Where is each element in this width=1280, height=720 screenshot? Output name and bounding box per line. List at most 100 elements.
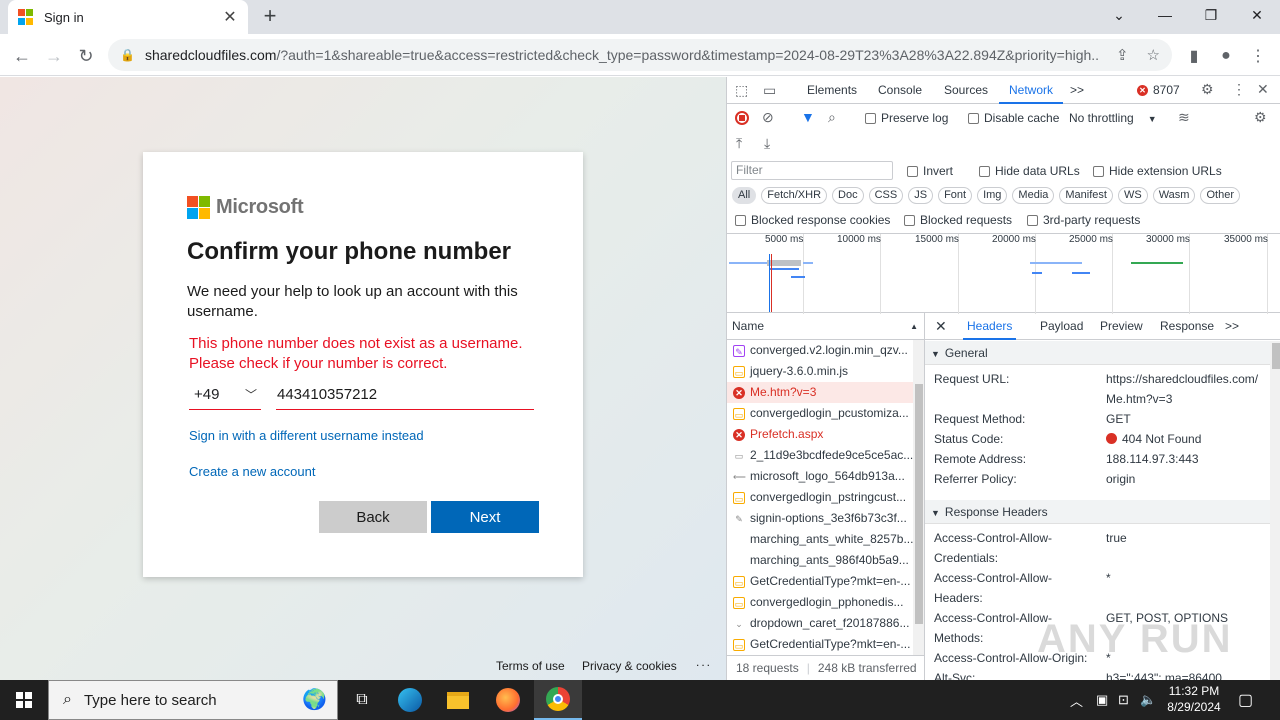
more-options-icon[interactable]: ... <box>696 655 712 669</box>
import-har-icon[interactable]: ⤒ <box>736 135 742 152</box>
error-count-badge[interactable]: ✕ 8707 <box>1137 83 1180 97</box>
list-item[interactable]: ▭ convergedlogin_pphonedis... <box>727 592 924 613</box>
bookmark-star-icon[interactable]: ☆ <box>1147 46 1160 64</box>
hide-data-urls-checkbox[interactable]: Hide data URLs <box>979 164 1080 178</box>
file-explorer-icon[interactable] <box>434 680 482 720</box>
close-devtools-icon[interactable]: ✕ <box>1257 81 1269 98</box>
terms-link[interactable]: Terms of use <box>496 659 565 673</box>
different-username-link[interactable]: Sign in with a different username instea… <box>189 428 424 443</box>
list-item[interactable]: ⌄ dropdown_caret_f20187886... <box>727 613 924 634</box>
blocked-cookies-checkbox[interactable]: Blocked response cookies <box>735 213 890 227</box>
devtools-menu-icon[interactable]: ⋮ <box>1232 81 1246 98</box>
tab-sources[interactable]: Sources <box>944 77 988 104</box>
export-har-icon[interactable]: ⤓ <box>764 135 770 152</box>
notifications-icon[interactable]: ▢ <box>1238 680 1253 720</box>
inspect-element-icon[interactable]: ⬚ <box>735 82 748 99</box>
chrome-icon[interactable] <box>534 680 582 720</box>
tab-elements[interactable]: Elements <box>807 77 857 104</box>
clear-icon[interactable]: ⊘ <box>762 109 774 126</box>
tab-network[interactable]: Network <box>999 77 1064 104</box>
tab-headers[interactable]: Headers <box>963 313 1017 340</box>
general-section-header[interactable]: ▼ General <box>925 341 1270 365</box>
firefox-icon[interactable] <box>484 680 532 720</box>
network-conditions-icon[interactable]: ≋ <box>1178 109 1190 126</box>
chip-ws[interactable]: WS <box>1117 187 1148 204</box>
list-item[interactable]: ✕ Prefetch.aspx <box>727 424 924 445</box>
list-item[interactable]: ▭ convergedlogin_pcustomiza... <box>727 403 924 424</box>
chip-other[interactable]: Other <box>1200 187 1240 204</box>
share-icon[interactable]: ⇪ <box>1116 46 1129 64</box>
chip-all[interactable]: All <box>732 187 757 204</box>
start-button[interactable] <box>0 680 48 720</box>
show-hidden-icons[interactable]: ︿ <box>1070 680 1083 720</box>
tab-console[interactable]: Console <box>878 77 922 104</box>
phone-input[interactable] <box>276 380 534 410</box>
list-item[interactable]: ▭ 2_11d9e3bcdfede9ce5ce5ac... <box>727 445 924 466</box>
taskbar-search[interactable]: ⌕ Type here to search 🌍 <box>48 680 338 720</box>
request-list-scrollbar[interactable] <box>913 340 924 655</box>
device-toolbar-icon[interactable]: ▭ <box>763 82 776 99</box>
tab-response[interactable]: Response <box>1160 313 1214 340</box>
record-stop-icon[interactable] <box>735 111 749 125</box>
preserve-log-checkbox[interactable]: Preserve log <box>865 111 948 125</box>
list-item[interactable]: ▭ GetCredentialType?mkt=en-... <box>727 571 924 592</box>
chip-manifest[interactable]: Manifest <box>1059 187 1113 204</box>
tab-preview[interactable]: Preview <box>1100 313 1143 340</box>
lock-icon[interactable]: 🔒 <box>120 48 135 62</box>
more-tabs-icon[interactable]: >> <box>1070 77 1084 104</box>
back-icon[interactable]: ← <box>8 42 36 70</box>
hide-extension-urls-checkbox[interactable]: Hide extension URLs <box>1093 164 1222 178</box>
settings-gear-icon[interactable]: ⚙ <box>1201 81 1214 98</box>
minimize-icon[interactable]: — <box>1142 0 1188 30</box>
list-item[interactable]: ✕ Me.htm?v=3 <box>727 382 924 403</box>
list-item[interactable]: ▭ convergedlogin_pstringcust... <box>727 487 924 508</box>
chip-js[interactable]: JS <box>908 187 934 204</box>
tab-search-icon[interactable]: ⌄ <box>1096 0 1142 30</box>
close-tab-icon[interactable]: ✕ <box>222 7 238 27</box>
chip-media[interactable]: Media <box>1012 187 1055 204</box>
network-overview-timeline[interactable]: 5000 ms 10000 ms 15000 ms 20000 ms 25000… <box>727 233 1280 314</box>
list-item[interactable]: marching_ants_986f40b5a9... <box>727 550 924 571</box>
create-account-link[interactable]: Create a new account <box>189 464 315 479</box>
chip-img[interactable]: Img <box>977 187 1008 204</box>
list-item[interactable]: ▭ jquery-3.6.0.min.js <box>727 361 924 382</box>
disable-cache-checkbox[interactable]: Disable cache <box>968 111 1059 125</box>
list-item[interactable]: marching_ants_white_8257b... <box>727 529 924 550</box>
back-button[interactable]: Back <box>319 501 427 533</box>
chip-fetch-xhr[interactable]: Fetch/XHR <box>761 187 828 204</box>
details-scrollbar[interactable] <box>1270 341 1280 680</box>
list-item[interactable]: ✎ converged.v2.login.min_qzv... <box>727 340 924 361</box>
volume-icon[interactable]: 🔈 <box>1140 680 1156 720</box>
browser-tab[interactable]: Sign in ✕ <box>8 0 248 34</box>
forward-icon[interactable]: → <box>40 42 68 70</box>
reload-icon[interactable]: ↻ <box>72 42 100 70</box>
network-settings-icon[interactable]: ⚙ <box>1254 109 1267 126</box>
next-button[interactable]: Next <box>431 501 539 533</box>
taskbar-clock[interactable]: 11:32 PM 8/29/2024 <box>1160 683 1228 715</box>
tab-payload[interactable]: Payload <box>1040 313 1083 340</box>
list-item[interactable]: ✎ signin-options_3e3f6b73c3f... <box>727 508 924 529</box>
side-panel-icon[interactable]: ▮ <box>1180 42 1208 70</box>
blocked-requests-checkbox[interactable]: Blocked requests <box>904 213 1012 227</box>
response-headers-section-header[interactable]: ▼ Response Headers <box>925 500 1270 524</box>
throttling-select[interactable]: No throttling ▼ <box>1069 111 1157 125</box>
restore-icon[interactable]: ❐ <box>1188 0 1234 30</box>
menu-kebab-icon[interactable]: ⋮ <box>1244 42 1272 70</box>
privacy-link[interactable]: Privacy & cookies <box>582 659 677 673</box>
third-party-checkbox[interactable]: 3rd-party requests <box>1027 213 1140 227</box>
close-details-icon[interactable]: ✕ <box>935 313 947 340</box>
task-view-icon[interactable]: ⧉ <box>338 680 386 720</box>
filter-input[interactable]: Filter <box>731 161 893 180</box>
chip-css[interactable]: CSS <box>868 187 904 204</box>
network-tray-icon[interactable]: ▣ <box>1096 680 1108 720</box>
more-detail-tabs-icon[interactable]: >> <box>1225 313 1239 340</box>
chip-doc[interactable]: Doc <box>832 187 864 204</box>
country-code-select[interactable]: +49 ﹀ <box>189 380 261 410</box>
edge-icon[interactable] <box>386 680 434 720</box>
profile-avatar-icon[interactable]: ● <box>1212 42 1240 70</box>
close-window-icon[interactable]: ✕ <box>1234 0 1280 30</box>
filter-icon[interactable]: ▼ <box>801 109 815 125</box>
chip-wasm[interactable]: Wasm <box>1152 187 1196 204</box>
new-tab-icon[interactable]: + <box>258 5 282 29</box>
invert-checkbox[interactable]: Invert <box>907 164 953 178</box>
